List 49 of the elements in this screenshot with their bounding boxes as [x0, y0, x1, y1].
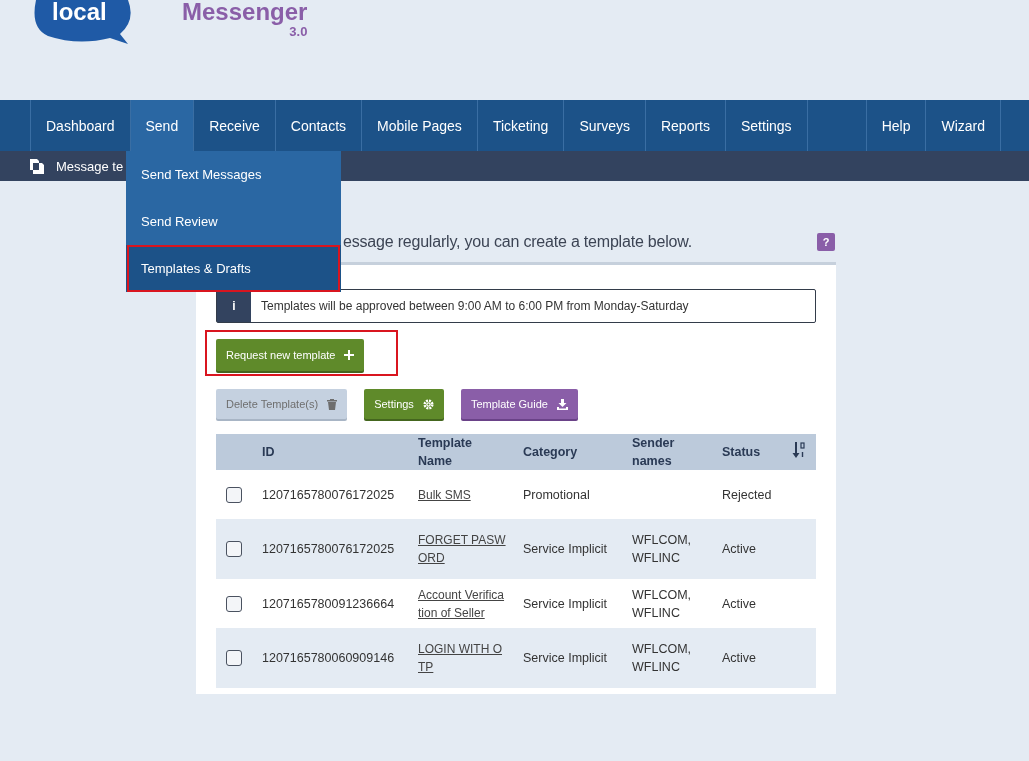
action-button[interactable]: Template Guide — [460, 389, 578, 419]
template-link[interactable]: Account Verification of Seller — [418, 585, 506, 622]
column-header: Sender names — [632, 435, 676, 470]
table-cell: Service Implicit — [523, 651, 608, 665]
request-template-button[interactable]: Request new template — [216, 339, 365, 371]
column-header: Status — [722, 444, 761, 461]
info-icon: i — [217, 290, 251, 322]
table-cell: Promotional — [523, 487, 590, 502]
download-icon — [556, 398, 568, 410]
trash-icon — [327, 398, 338, 410]
menu-item[interactable]: Send Text Messages — [126, 151, 341, 198]
table-cell: Active — [722, 596, 757, 611]
gear-icon — [422, 398, 434, 410]
template-link[interactable]: Bulk SMS — [418, 485, 506, 504]
row-checkbox[interactable] — [226, 541, 242, 557]
row-checkbox[interactable] — [226, 595, 242, 612]
breadcrumb: Message te — [56, 158, 124, 174]
table-cell-text: WFLCOM, WFLINC — [632, 532, 693, 567]
intro-text: essage regularly, you can create a template below. — [343, 233, 693, 251]
plus-icon — [344, 350, 355, 360]
table-cell: 1207165780060909146 — [262, 651, 395, 665]
info-text: Templates will be approved between 9:00 AM to 6:00 PM from Monday-Saturday — [260, 298, 689, 315]
table-cell: Service Implicit — [523, 542, 608, 556]
action-button[interactable]: Settings — [364, 389, 444, 419]
table-cell: Rejected — [722, 487, 772, 502]
product-name: Messenger — [182, 0, 308, 24]
table-cell-text: WFLCOM, WFLINC — [632, 641, 693, 676]
column-header: Category — [523, 444, 578, 461]
template-link[interactable]: FORGET PASWORD — [418, 531, 506, 567]
table-cell: 1207165780076172025 — [262, 487, 395, 502]
help-button[interactable]: ? — [817, 233, 835, 251]
column-header: Template Name — [418, 435, 473, 470]
nav-tab[interactable]: Send — [129, 100, 195, 151]
table-cell: 1207165780076172025 — [262, 542, 395, 556]
column-header: ID — [262, 444, 275, 461]
table-cell: 1207165780091236664 — [262, 596, 395, 611]
template-link[interactable]: LOGIN WITH OTP — [418, 640, 506, 676]
document-icon — [30, 158, 44, 174]
row-checkbox[interactable] — [226, 486, 242, 503]
table-cell: Service Implicit — [523, 596, 608, 611]
sort-icon[interactable] — [792, 441, 806, 458]
table-cell-text: WFLCOM, WFLINC — [632, 586, 693, 622]
menu-item[interactable]: Templates & Drafts — [126, 245, 341, 292]
row-checkbox[interactable] — [226, 650, 242, 666]
version-label: 3.0 — [289, 24, 308, 39]
table-cell: Active — [722, 651, 757, 665]
menu-item[interactable]: Send Review — [126, 198, 341, 245]
logo-word: local — [52, 0, 108, 26]
table-cell: Active — [722, 542, 757, 556]
